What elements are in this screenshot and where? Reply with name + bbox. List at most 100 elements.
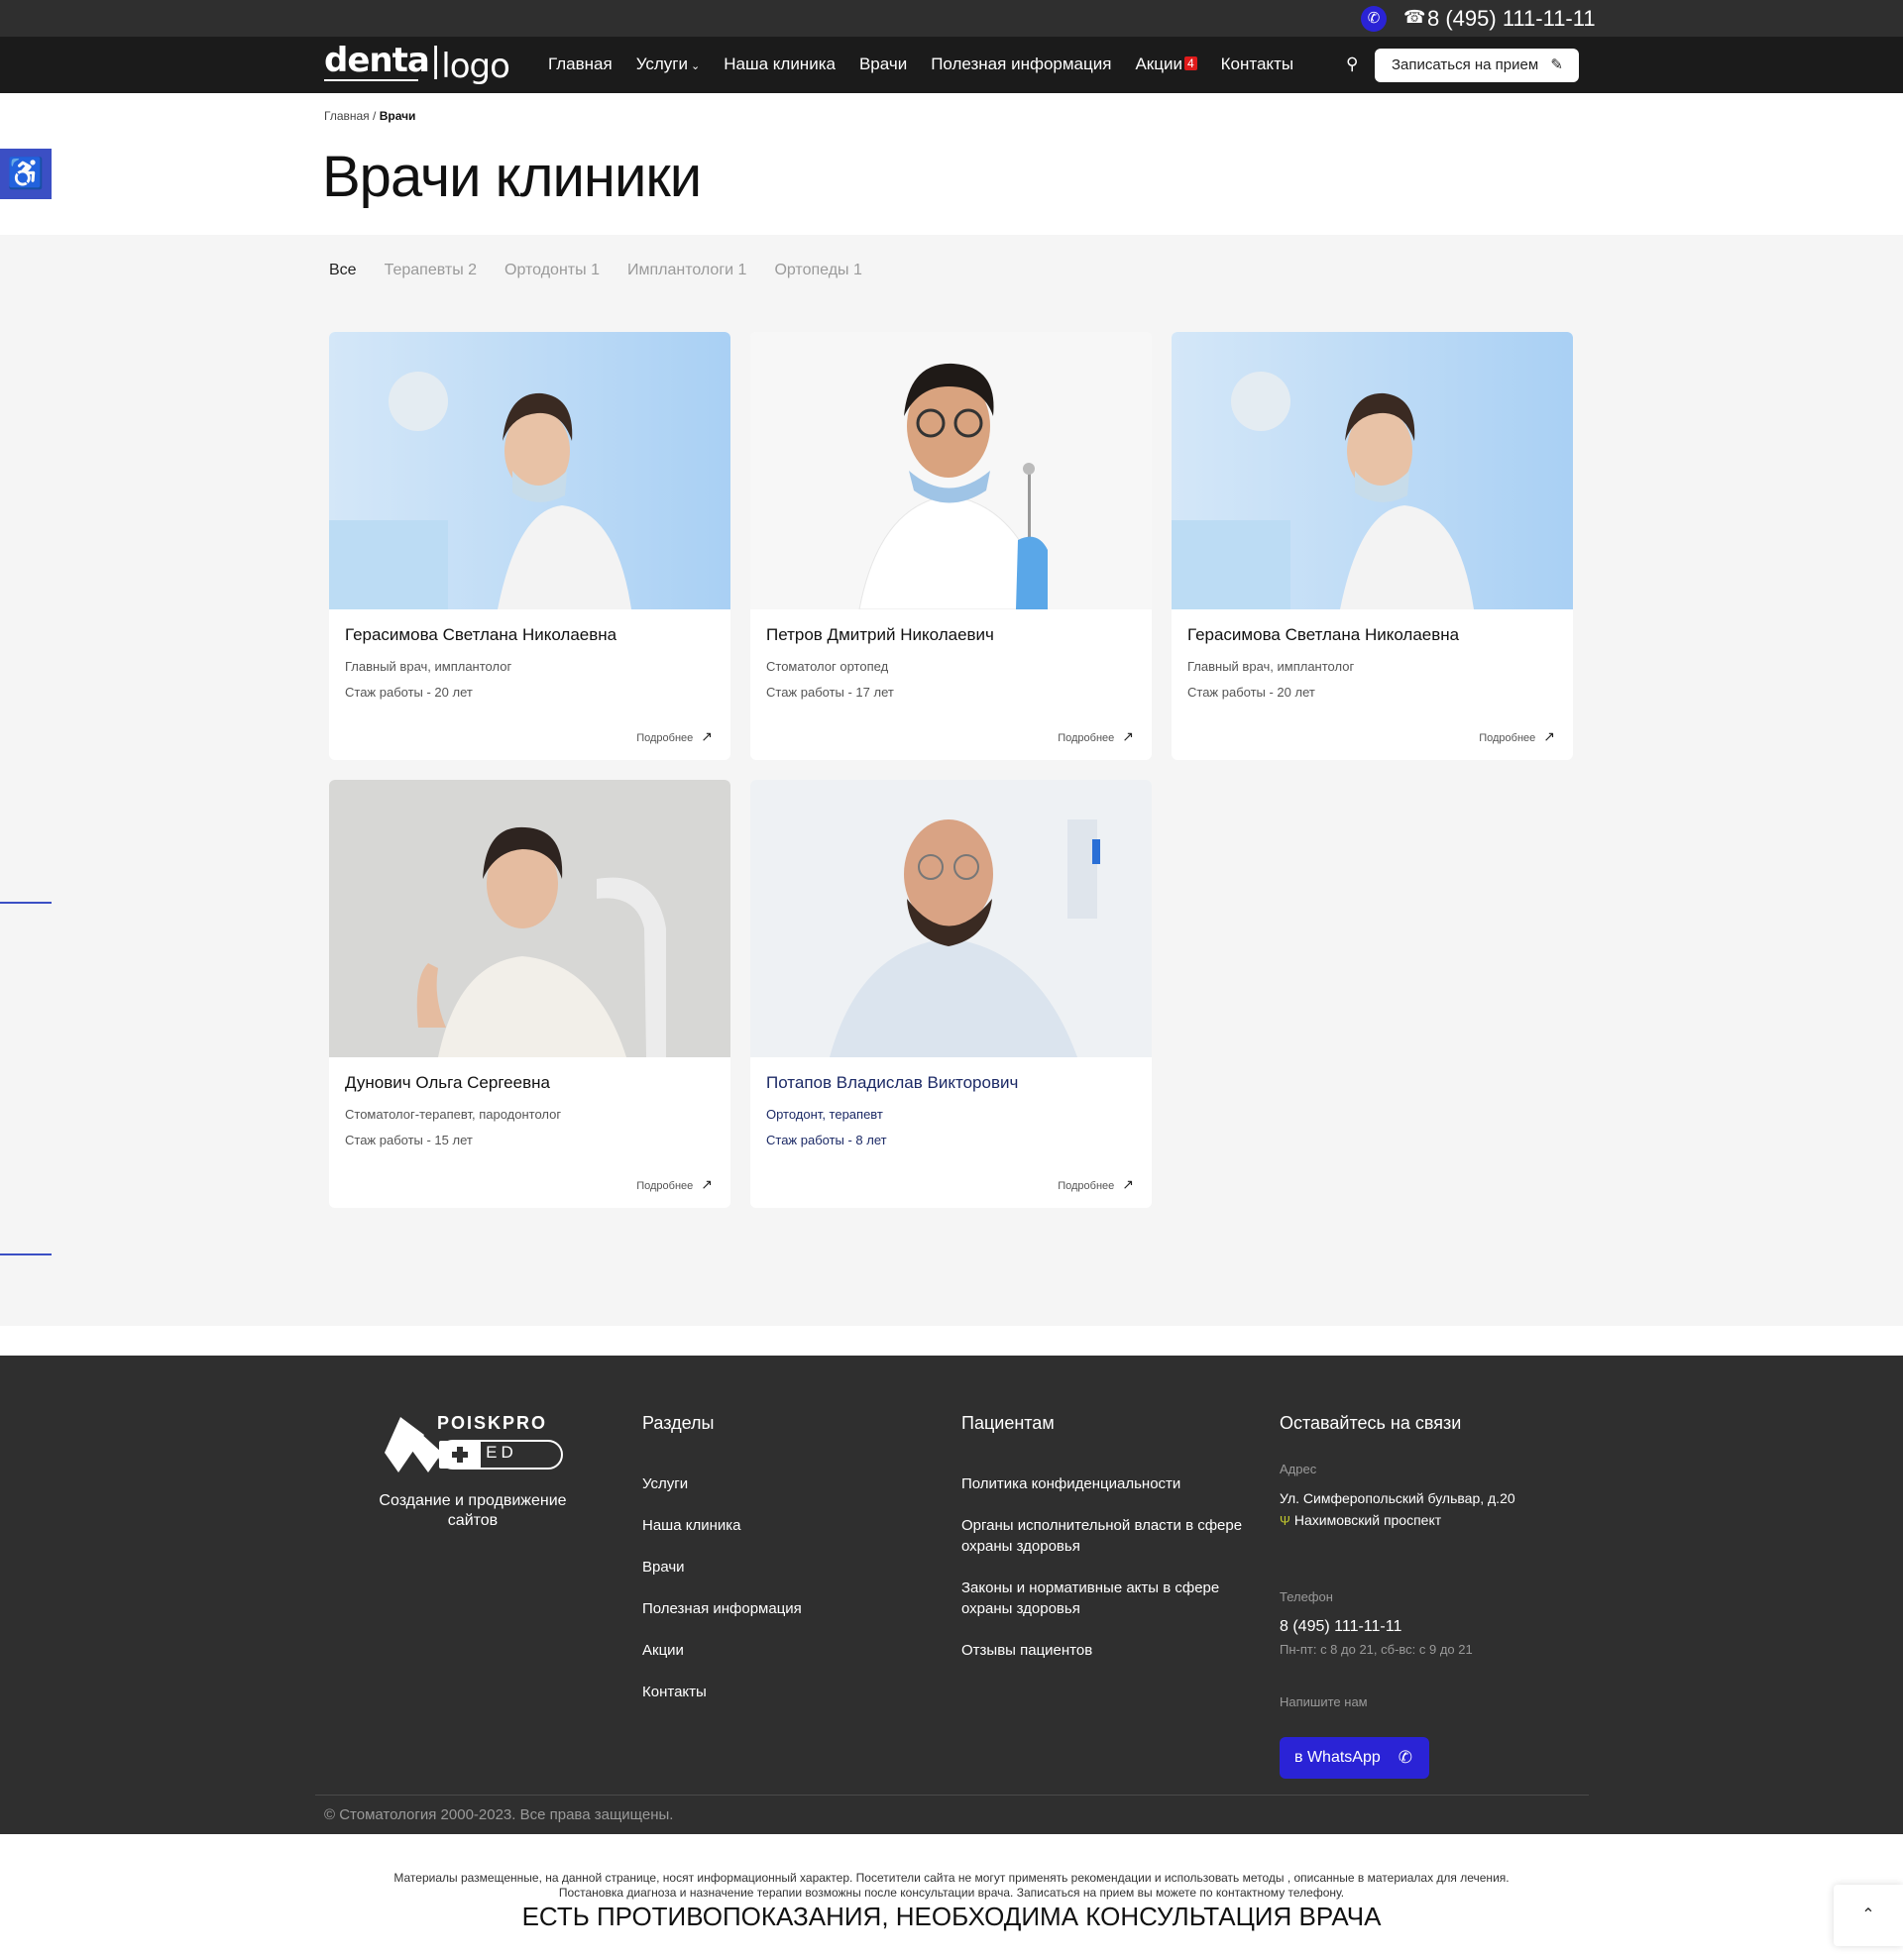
promotions-count-badge: 4: [1183, 56, 1197, 70]
whatsapp-icon: ✆: [1398, 1748, 1412, 1767]
footer-link-services[interactable]: Услуги: [642, 1473, 802, 1494]
footer-contacts-column: Оставайтесь на связи Адрес Ул. Симферопо…: [1280, 1413, 1577, 1709]
doctor-name[interactable]: Дунович Ольга Сергеевна: [345, 1073, 550, 1093]
footer-link-reviews[interactable]: Отзывы пациентов: [961, 1640, 1269, 1661]
search-icon[interactable]: ⚲: [1346, 54, 1358, 74]
site-logo[interactable]: denta|logo: [324, 41, 510, 86]
footer-logo-subtext: MED: [468, 1443, 517, 1462]
logo-part2: logo: [441, 47, 510, 86]
more-link[interactable]: Подробнее ↗: [636, 728, 713, 745]
doctor-name[interactable]: Герасимова Светлана Николаевна: [1187, 625, 1459, 645]
doctor-name[interactable]: Герасимова Светлана Николаевна: [345, 625, 616, 645]
side-decor-line: [0, 902, 52, 904]
doctor-experience: Стаж работы - 8 лет: [766, 1133, 887, 1147]
doctor-role: Стоматолог ортопед: [766, 659, 889, 674]
footer-link-doctors[interactable]: Врачи: [642, 1557, 802, 1578]
side-decor-line: [0, 1253, 52, 1255]
footer-link-clinic[interactable]: Наша клиника: [642, 1515, 802, 1536]
footer-tagline: Создание и продвижение сайтов: [379, 1492, 567, 1529]
disclaimer-line-1: Материалы размещенные, на данной страниц…: [393, 1871, 1510, 1885]
filter-therapists[interactable]: Терапевты 2: [385, 262, 477, 279]
breadcrumb: Главная / Врачи: [324, 109, 416, 123]
footer-link-authorities[interactable]: Органы исполнительной власти в сфере охр…: [961, 1515, 1269, 1557]
top-phone-number[interactable]: 8 (495) 111-11-11: [1427, 6, 1596, 32]
doctor-photo: [750, 780, 1152, 1057]
nav-doctors[interactable]: Врачи: [859, 54, 907, 74]
chevron-up-icon: ⌃: [1861, 1906, 1875, 1923]
write-us-label: Напишите нам: [1280, 1694, 1368, 1709]
doctor-photo: [1172, 332, 1573, 609]
site-footer: POISKPRO MED Создание и продвижение сайт…: [0, 1356, 1903, 1834]
doctor-card[interactable]: Дунович Ольга Сергеевна Стоматолог-терап…: [329, 780, 730, 1208]
footer-logo-text: POISKPRO: [437, 1413, 548, 1433]
doctor-card[interactable]: Герасимова Светлана Николаевна Главный в…: [1172, 332, 1573, 760]
doctor-photo: [329, 780, 730, 1057]
page-title: Врачи клиники: [322, 145, 702, 209]
doctor-experience: Стаж работы - 17 лет: [766, 685, 894, 700]
chevron-down-icon: ⌄: [691, 60, 701, 72]
nav-services[interactable]: Услуги ⌄: [636, 54, 701, 74]
footer-link-promotions[interactable]: Акции: [642, 1640, 802, 1661]
doctor-filter-tabs: Все Терапевты 2 Ортодонты 1 Имплантологи…: [329, 262, 890, 279]
more-link[interactable]: Подробнее ↗: [1058, 1176, 1134, 1193]
metro-station: Ψ Нахимовский проспект: [1280, 1512, 1442, 1528]
nav-promotions[interactable]: Акции 4: [1135, 54, 1197, 74]
doctor-role: Ортодонт, терапевт: [766, 1107, 883, 1122]
arrow-up-right-icon: ↗: [1543, 728, 1555, 744]
edit-icon: ✎: [1550, 56, 1563, 73]
footer-phone[interactable]: 8 (495) 111-11-11: [1280, 1618, 1577, 1636]
doctor-card[interactable]: Потапов Владислав Викторович Ортодонт, т…: [750, 780, 1152, 1208]
footer-link-useful-info[interactable]: Полезная информация: [642, 1598, 802, 1619]
doctor-name[interactable]: Петров Дмитрий Николаевич: [766, 625, 994, 645]
footer-contacts-title: Оставайтесь на связи: [1280, 1413, 1462, 1433]
doctor-card[interactable]: Герасимова Светлана Николаевна Главный в…: [329, 332, 730, 760]
main-nav: Главная Услуги ⌄ Наша клиника Врачи Полез…: [548, 54, 1317, 74]
footer-link-laws[interactable]: Законы и нормативные акты в сфере охраны…: [961, 1578, 1269, 1619]
more-link[interactable]: Подробнее ↗: [1058, 728, 1134, 745]
arrow-up-right-icon: ↗: [1122, 1176, 1134, 1192]
main-header: denta|logo Главная Услуги ⌄ Наша клиника …: [0, 37, 1903, 93]
filter-implantologists[interactable]: Имплантологи 1: [627, 262, 746, 279]
filter-all[interactable]: Все: [329, 262, 357, 279]
doctor-role: Главный врач, имплантолог: [345, 659, 512, 674]
doctor-name[interactable]: Потапов Владислав Викторович: [766, 1073, 1018, 1093]
filter-orthodontists[interactable]: Ортодонты 1: [504, 262, 600, 279]
whatsapp-button[interactable]: в WhatsApp ✆: [1280, 1737, 1429, 1779]
doctor-photo: [329, 332, 730, 609]
footer-patients-column: Пациентам Политика конфиденциальности Ор…: [961, 1413, 1269, 1682]
disclaimer-line-2: Постановка диагноза и назначение терапии…: [558, 1886, 1345, 1900]
footer-divider: [315, 1795, 1589, 1796]
footer-link-privacy[interactable]: Политика конфиденциальности: [961, 1473, 1269, 1494]
more-link[interactable]: Подробнее ↗: [636, 1176, 713, 1193]
medical-disclaimer: Материалы размещенные, на данной страниц…: [0, 1871, 1903, 1931]
nav-home[interactable]: Главная: [548, 54, 613, 74]
arrow-up-right-icon: ↗: [701, 1176, 713, 1192]
accessibility-icon[interactable]: ♿: [0, 149, 52, 199]
doctor-experience: Стаж работы - 20 лет: [1187, 685, 1315, 700]
phone-icon: ☎: [1403, 7, 1426, 27]
footer-sections-column: Разделы Услуги Наша клиника Врачи Полезн…: [642, 1413, 802, 1723]
logo-underline: [324, 79, 418, 81]
arrow-up-right-icon: ↗: [701, 728, 713, 744]
filter-orthopedists[interactable]: Ортопеды 1: [774, 262, 861, 279]
footer-link-contacts[interactable]: Контакты: [642, 1682, 802, 1702]
book-appointment-button[interactable]: Записаться на прием ✎: [1375, 49, 1579, 82]
scroll-to-top-button[interactable]: ⌃: [1834, 1885, 1903, 1946]
footer-patients-title: Пациентам: [961, 1413, 1055, 1433]
contraindication-warning: ЕСТЬ ПРОТИВОПОКАЗАНИЯ, НЕОБХОДИМА КОНСУЛ…: [521, 1902, 1382, 1931]
address-value: Ул. Симферопольский бульвар, д.20: [1280, 1490, 1515, 1506]
copyright: © Стоматология 2000-2023. Все права защи…: [324, 1806, 674, 1823]
doctor-role: Стоматолог-терапевт, пародонтолог: [345, 1107, 562, 1122]
working-hours: Пн-пт: с 8 до 21, сб-вс: с 9 до 21: [1280, 1642, 1473, 1657]
doctor-role: Главный врач, имплантолог: [1187, 659, 1355, 674]
doctors-section: Все Терапевты 2 Ортодонты 1 Имплантологи…: [0, 235, 1903, 1326]
doctor-card[interactable]: Петров Дмитрий Николаевич Стоматолог орт…: [750, 332, 1152, 760]
doctor-experience: Стаж работы - 15 лет: [345, 1133, 473, 1147]
breadcrumb-home[interactable]: Главная: [324, 109, 370, 123]
whatsapp-icon[interactable]: ✆: [1361, 6, 1387, 32]
nav-clinic[interactable]: Наша клиника: [724, 54, 836, 74]
top-bar: ✆ ☎ 8 (495) 111-11-11: [0, 0, 1903, 37]
nav-contacts[interactable]: Контакты: [1221, 54, 1293, 74]
more-link[interactable]: Подробнее ↗: [1479, 728, 1555, 745]
nav-useful-info[interactable]: Полезная информация: [931, 54, 1111, 74]
